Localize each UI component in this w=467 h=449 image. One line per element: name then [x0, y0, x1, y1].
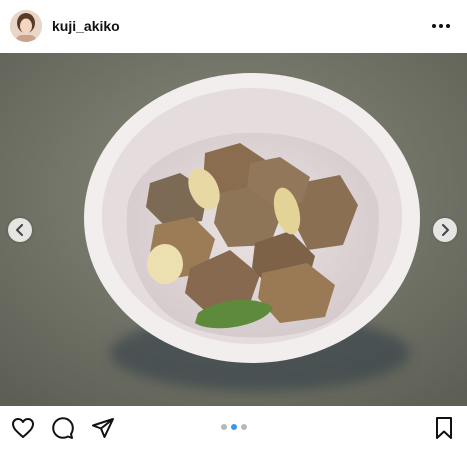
username[interactable]: kuji_akiko: [52, 18, 120, 34]
bookmark-icon: [436, 416, 452, 439]
comment-icon: [52, 416, 74, 439]
send-icon: [92, 417, 114, 438]
carousel-dot-active: [230, 424, 237, 430]
share-button[interactable]: [90, 415, 116, 441]
carousel-indicator: [220, 424, 247, 430]
save-button[interactable]: [431, 415, 457, 441]
avatar-image: [10, 10, 42, 42]
carousel-dot: [220, 424, 227, 430]
chevron-right-icon: [442, 224, 449, 236]
more-options-button[interactable]: [427, 12, 455, 40]
avatar[interactable]: [10, 10, 42, 42]
carousel-dot: [240, 424, 247, 430]
heart-icon: [12, 417, 34, 438]
chevron-left-icon: [16, 224, 23, 236]
carousel-prev-button[interactable]: [8, 218, 32, 242]
more-horizontal-icon: [432, 24, 450, 28]
post-actions: [0, 406, 467, 449]
food-photo: [0, 53, 467, 406]
comment-button[interactable]: [50, 415, 76, 441]
carousel-next-button[interactable]: [433, 218, 457, 242]
like-button[interactable]: [10, 415, 36, 441]
post-image: [0, 53, 467, 406]
post-header: kuji_akiko: [0, 0, 467, 52]
